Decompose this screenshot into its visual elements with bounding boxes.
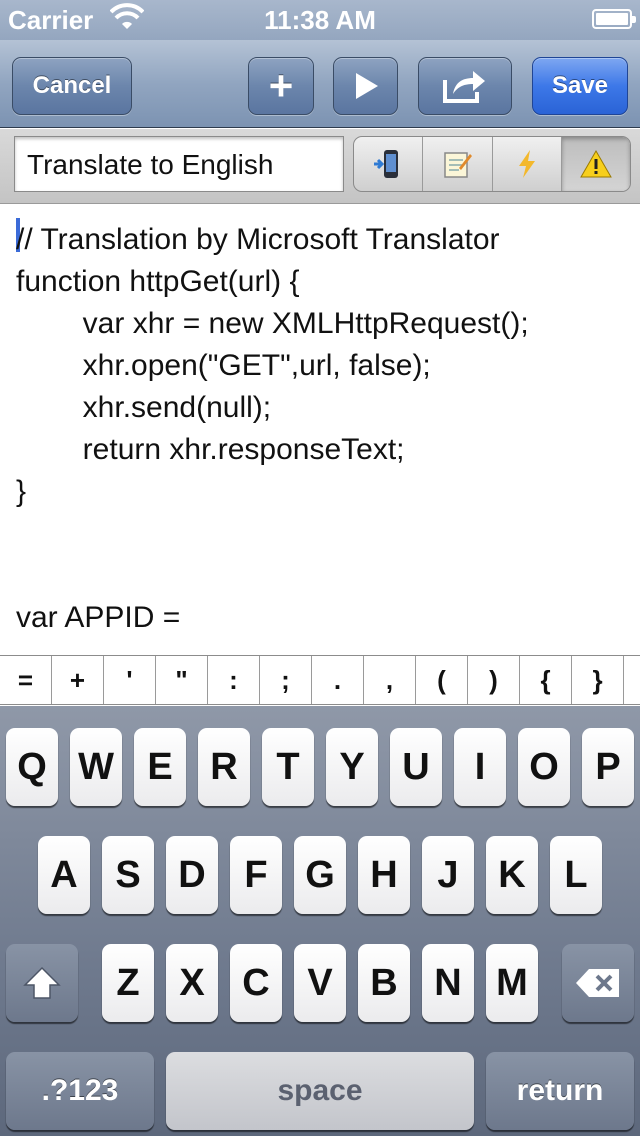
editor-toolbar: Cancel + Save: [0, 40, 640, 128]
key-o[interactable]: O: [518, 728, 570, 806]
key-c[interactable]: C: [230, 944, 282, 1022]
key-k[interactable]: K: [486, 836, 538, 914]
symbol-key-colon[interactable]: :: [208, 656, 260, 704]
code-line: // Translation by Microsoft Translator: [16, 223, 500, 256]
key-q[interactable]: Q: [6, 728, 58, 806]
status-time: 11:38 AM: [264, 5, 376, 35]
code-line: var APPID =: [16, 601, 181, 634]
symbol-key-double-quote[interactable]: ": [156, 656, 208, 704]
key-u[interactable]: U: [390, 728, 442, 806]
key-r[interactable]: R: [198, 728, 250, 806]
symbol-key-period[interactable]: .: [312, 656, 364, 704]
symbol-key-single-quote[interactable]: ': [104, 656, 156, 704]
key-a[interactable]: A: [38, 836, 90, 914]
space-key[interactable]: space: [166, 1052, 474, 1130]
lightning-icon: [518, 150, 535, 178]
backspace-icon: [576, 969, 619, 997]
key-t[interactable]: T: [262, 728, 314, 806]
share-button[interactable]: [418, 57, 512, 115]
key-s[interactable]: S: [102, 836, 154, 914]
key-e[interactable]: E: [134, 728, 186, 806]
segment-notes[interactable]: [422, 137, 491, 191]
key-n[interactable]: N: [422, 944, 474, 1022]
numbers-key[interactable]: .?123: [6, 1052, 154, 1130]
delete-key[interactable]: [562, 944, 634, 1022]
code-line: xhr.open("GET",url, false);: [16, 349, 431, 382]
script-mode-segmented-control: [353, 136, 631, 192]
symbol-key-semicolon[interactable]: ;: [260, 656, 312, 704]
return-key[interactable]: return: [486, 1052, 634, 1130]
code-line: function httpGet(url) {: [16, 265, 300, 298]
save-button[interactable]: Save: [532, 57, 628, 115]
code-line: xhr.send(null);: [16, 391, 272, 424]
key-d[interactable]: D: [166, 836, 218, 914]
key-i[interactable]: I: [454, 728, 506, 806]
key-v[interactable]: V: [294, 944, 346, 1022]
symbol-key-equals[interactable]: =: [0, 656, 52, 704]
key-m[interactable]: M: [486, 944, 538, 1022]
code-line: var xhr = new XMLHttpRequest();: [16, 307, 529, 340]
segment-warnings[interactable]: [560, 137, 630, 191]
script-title-field[interactable]: Translate to English: [14, 136, 344, 192]
key-h[interactable]: H: [358, 836, 410, 914]
add-button[interactable]: +: [248, 57, 314, 115]
share-icon: [443, 71, 485, 103]
key-j[interactable]: J: [422, 836, 474, 914]
symbol-key-comma[interactable]: ,: [364, 656, 416, 704]
cancel-button[interactable]: Cancel: [12, 57, 132, 115]
keyboard: Q W E R T Y U I O P A S D F G H J K L Z …: [0, 706, 640, 1136]
key-w[interactable]: W: [70, 728, 122, 806]
symbol-key-close-paren[interactable]: ): [468, 656, 520, 704]
symbol-key-open-brace[interactable]: {: [520, 656, 572, 704]
run-button[interactable]: [333, 57, 398, 115]
shift-key[interactable]: [6, 944, 78, 1022]
symbol-key-row: = + ' " : ; . , ( ) { }: [0, 655, 640, 705]
key-l[interactable]: L: [550, 836, 602, 914]
key-p[interactable]: P: [582, 728, 634, 806]
notes-icon: [444, 152, 473, 178]
key-x[interactable]: X: [166, 944, 218, 1022]
symbol-key-close-brace[interactable]: }: [572, 656, 624, 704]
battery-icon: [592, 9, 636, 29]
key-g[interactable]: G: [294, 836, 346, 914]
code-line: return xhr.responseText;: [16, 433, 405, 466]
key-z[interactable]: Z: [102, 944, 154, 1022]
key-b[interactable]: B: [358, 944, 410, 1022]
key-f[interactable]: F: [230, 836, 282, 914]
play-icon: [355, 73, 378, 99]
shift-icon: [23, 966, 61, 999]
segment-actions[interactable]: [491, 137, 561, 191]
key-y[interactable]: Y: [326, 728, 378, 806]
warning-icon: [580, 149, 612, 178]
code-line: }: [16, 475, 27, 508]
script-options-bar: Translate to English: [0, 129, 640, 204]
symbol-key-open-paren[interactable]: (: [416, 656, 468, 704]
segment-device[interactable]: [354, 137, 422, 191]
symbol-key-plus[interactable]: +: [52, 656, 104, 704]
code-editor[interactable]: // Translation by Microsoft Translator f…: [0, 205, 640, 655]
status-bar: Carrier 11:38 AM: [0, 0, 640, 40]
device-icon: [374, 150, 399, 178]
